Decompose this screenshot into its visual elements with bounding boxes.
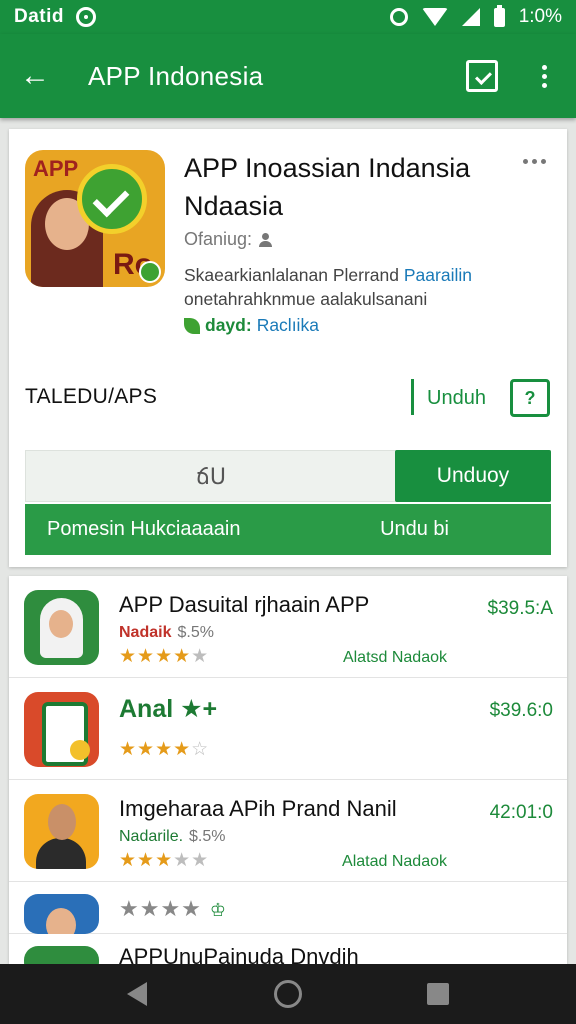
nav-home-icon[interactable] xyxy=(274,980,302,1008)
star-rating: ★★★★ ♔ xyxy=(119,896,228,921)
list-item-price: $39.5:A xyxy=(487,598,554,619)
list-item[interactable]: APPUnuPainuda Dnvdih xyxy=(9,934,567,964)
list-item-sub-grey: $.5% xyxy=(189,828,226,845)
developer-name[interactable]: Raclıika xyxy=(257,315,319,336)
section-divider xyxy=(411,379,414,415)
card-more-icon[interactable] xyxy=(523,159,546,164)
list-item-price: 42:01:0 xyxy=(489,802,553,823)
sync-icon xyxy=(76,7,96,27)
promo-action[interactable]: Undu bi xyxy=(380,518,449,541)
help-icon[interactable]: ? xyxy=(510,379,550,417)
back-arrow-icon[interactable]: ← xyxy=(0,34,70,118)
person-icon xyxy=(258,232,274,247)
list-item[interactable]: APP Dasuital rjhaain APP $39.5:A Nadaik $… xyxy=(9,576,567,678)
list-item[interactable]: ★★★★ ♔ xyxy=(9,882,567,934)
app-meta: Ofaniug: xyxy=(184,229,274,250)
list-item-name: Anal ★+ xyxy=(119,695,218,723)
status-icons: 1:0% xyxy=(389,4,562,28)
promo-text: Pomesin Hukciaaaain xyxy=(47,518,241,540)
toolbar-title: APP Indonesia xyxy=(88,60,264,91)
app-title: APP Inoassian Indansia Ndaasia xyxy=(184,153,471,221)
side-download-link[interactable]: Unduh xyxy=(427,387,486,410)
description-text: Skaearkianlalanan Plerrand xyxy=(184,265,399,285)
list-item-sub: Nadarile. $.5% xyxy=(119,828,226,846)
download-button[interactable]: Unduoy xyxy=(395,450,551,502)
app-description: Skaearkianlalanan Plerrand Paarailin one… xyxy=(184,263,524,311)
list-item-price: $39.6:0 xyxy=(489,700,553,721)
app-detail-card: APP Ro APP Inoassian Indansia Ndaasia Of… xyxy=(9,129,567,567)
list-item-name: APPUnuPainuda Dnvdih xyxy=(119,944,359,964)
verify-icon: ♔ xyxy=(209,900,228,920)
status-bar: Datid 1:0% xyxy=(0,0,576,34)
section-label: TALEDU/APS xyxy=(25,385,158,408)
hijab-app-icon xyxy=(24,590,99,665)
nav-back-icon[interactable] xyxy=(127,982,147,1006)
list-item-sub-red: Nadaik xyxy=(119,624,172,641)
download-row: ճՍ Unduoy xyxy=(25,450,551,502)
star-rating: ★★★★★ xyxy=(119,850,210,871)
system-nav-bar xyxy=(0,964,576,1024)
download-count: ճՍ xyxy=(196,464,226,489)
list-item[interactable]: Anal ★+ $39.6:0 ★★★★☆ xyxy=(9,678,567,780)
list-item-sub-grey: $.5% xyxy=(177,624,214,641)
description-link[interactable]: Paarailin xyxy=(404,265,472,285)
signal-icon xyxy=(461,8,480,26)
update-icon[interactable] xyxy=(466,60,498,92)
nav-recents-icon[interactable] xyxy=(427,983,449,1005)
check-bubble-icon xyxy=(77,164,147,234)
avatar-app-icon xyxy=(24,894,99,934)
battery-icon xyxy=(493,4,505,27)
description-line2: onetahrahknmue aalakulsanani xyxy=(184,289,428,309)
list-item-name: APP Dasuital rjhaain APP xyxy=(119,592,370,617)
list-item-name: Imgeharaa APih Prand Nanil xyxy=(119,796,397,821)
man-app-icon xyxy=(24,794,99,869)
list-item-sub: Nadaik $.5% xyxy=(119,624,214,642)
list-item-extra: Alatad Nadaok xyxy=(342,853,447,870)
badge-icon xyxy=(139,261,161,283)
phone-app-icon xyxy=(24,692,99,767)
developer-label: dayd: xyxy=(205,315,252,335)
more-vert-icon[interactable] xyxy=(534,64,554,88)
promo-bar[interactable]: Pomesin Hukciaaaain Undu bi xyxy=(25,504,551,555)
app-icon-label: APP xyxy=(33,156,79,181)
carrier-name: Datid xyxy=(14,6,64,27)
star-rating: ★★★★★ xyxy=(119,646,210,667)
app-icon-partial xyxy=(24,946,99,964)
battery-level: 1:0% xyxy=(518,6,562,27)
star-rating: ★★★★☆ xyxy=(119,739,210,760)
wifi-icon xyxy=(421,8,448,26)
leaf-icon xyxy=(184,317,200,334)
list-item-extra: Alatsd Nadaok xyxy=(342,649,447,666)
developer-line: dayd: Raclıika xyxy=(184,315,319,336)
app-list: APP Dasuital rjhaain APP $39.5:A Nadaik $… xyxy=(9,576,567,964)
list-item[interactable]: Imgeharaa APih Prand Nanil 42:01:0 Nadar… xyxy=(9,780,567,882)
app-toolbar: ← APP Indonesia xyxy=(0,34,576,118)
meta-label: Ofaniug: xyxy=(184,229,253,249)
alarm-icon xyxy=(389,8,408,26)
list-item-sub-red: Nadarile. xyxy=(119,828,184,845)
app-icon: APP Ro xyxy=(25,150,165,287)
